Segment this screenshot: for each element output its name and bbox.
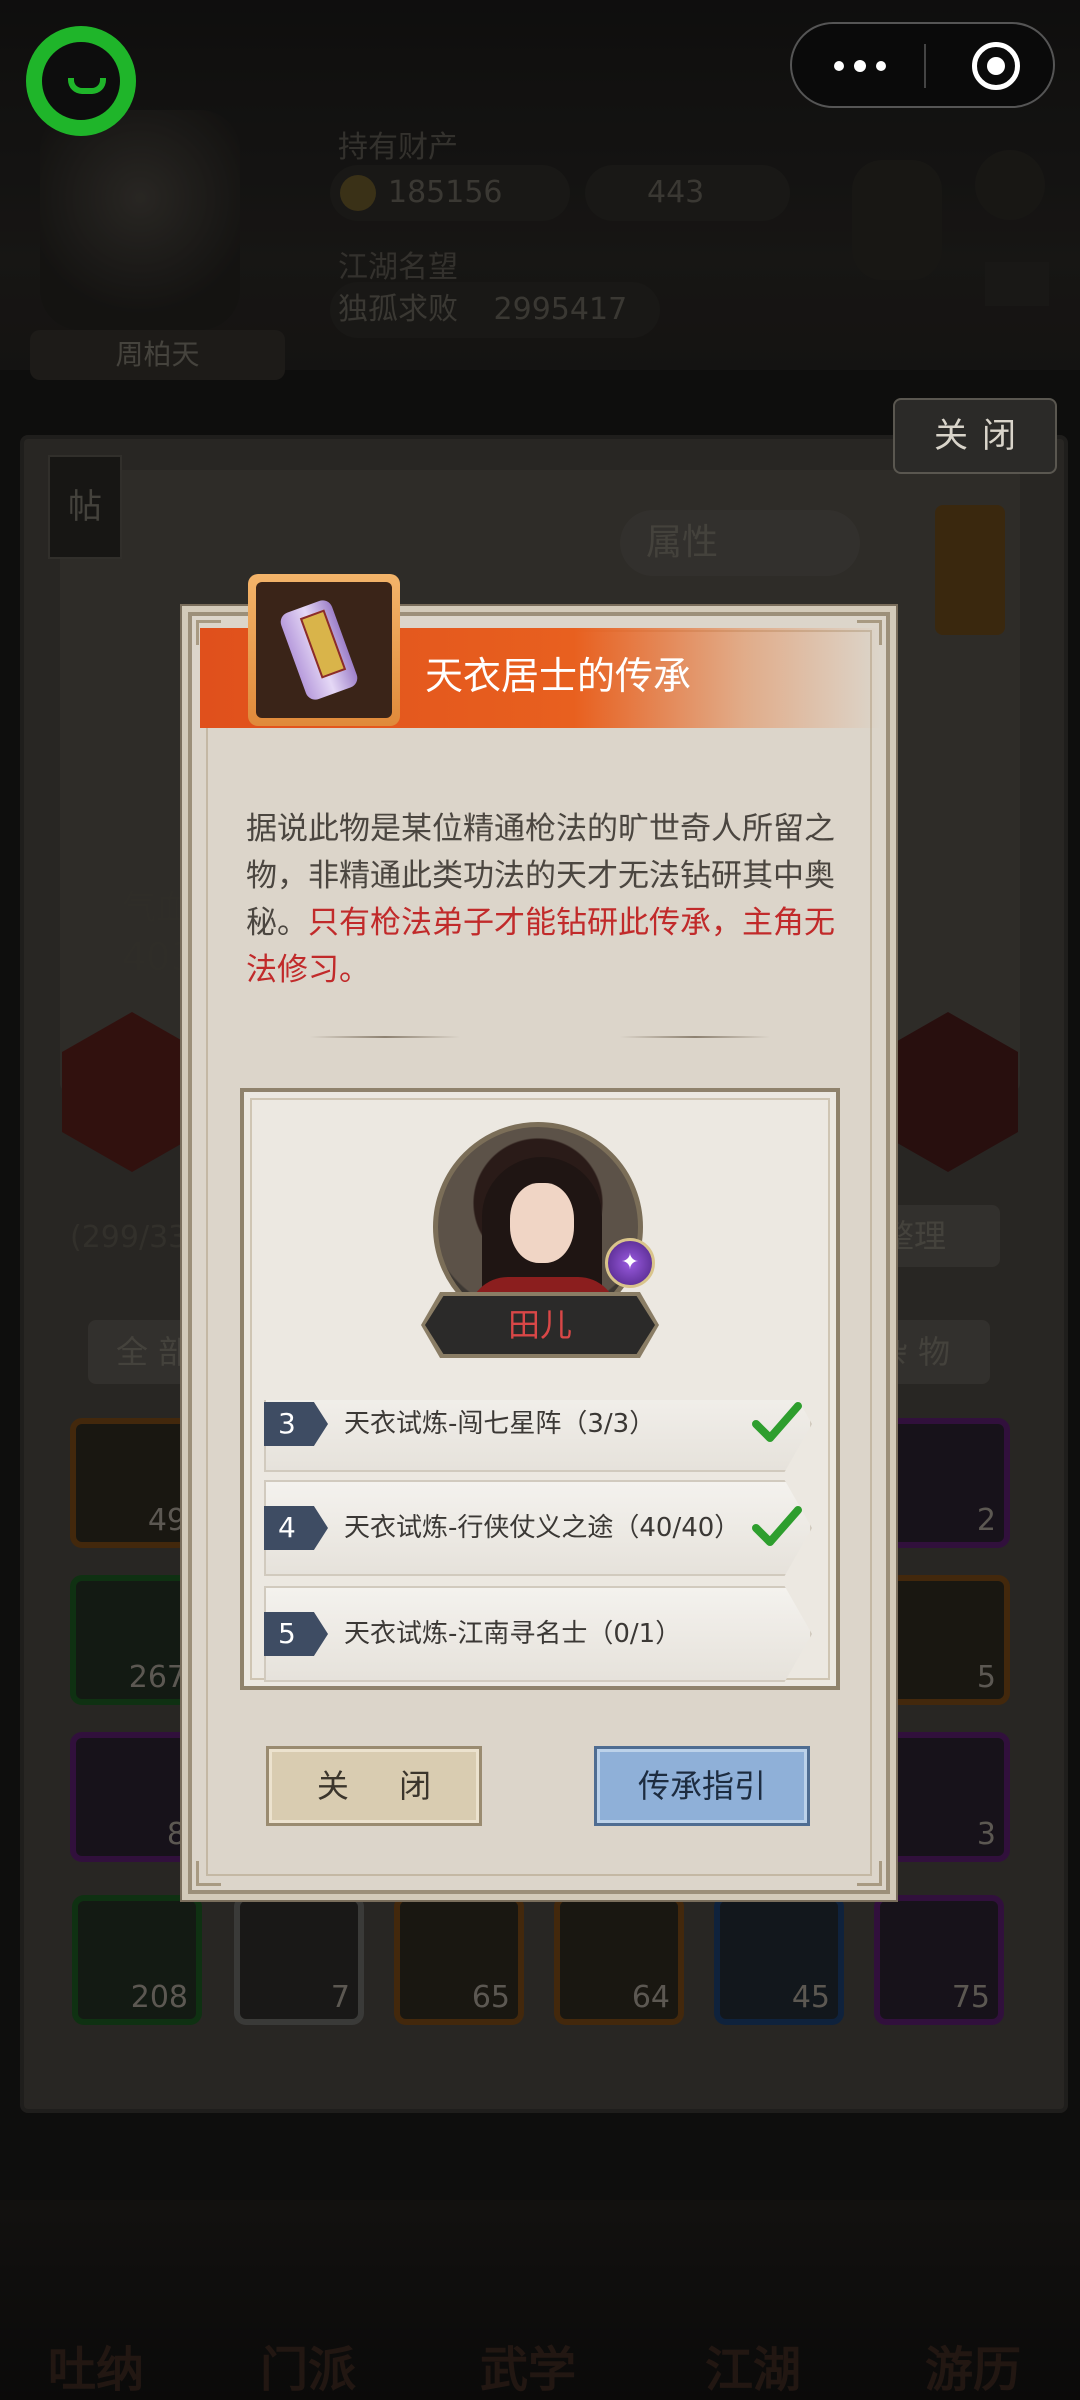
quest-text: 天衣试炼-江南寻名士（0/1） <box>344 1619 682 1649</box>
quest-text: 天衣试炼-行侠仗义之途（40/40） <box>344 1513 741 1543</box>
capsule-divider <box>924 44 926 88</box>
spear-class-icon: ✦ <box>605 1238 655 1288</box>
item-description: 据说此物是某位精通枪法的旷世奇人所留之物，非精通此类功法的天才无法钻研其中奥秘。… <box>246 806 836 994</box>
scroll-item-icon <box>248 574 400 726</box>
panel-close-button[interactable]: 关闭 <box>893 398 1057 474</box>
scroll-icon-bg <box>256 582 392 718</box>
dialog-title: 天衣居士的传承 <box>425 654 692 698</box>
description-warning: 只有枪法弟子才能钻研此传承，主角无法修习。 <box>246 905 835 988</box>
dialog-corner <box>857 1861 882 1886</box>
portrait-face <box>510 1183 574 1263</box>
inheritance-guide-button[interactable]: 传承指引 <box>594 1746 810 1826</box>
app-logo-icon <box>26 26 136 136</box>
more-icon[interactable] <box>834 56 894 76</box>
check-icon <box>752 1506 802 1546</box>
quest-list[interactable]: 3 天衣试炼-闯七星阵（3/3） 4 天衣试炼-行侠仗义之途（40/40） 5 … <box>264 1400 816 1682</box>
divider-right <box>620 1036 770 1038</box>
quest-row: 5 天衣试炼-江南寻名士（0/1） <box>264 1586 816 1682</box>
quest-row: 4 天衣试炼-行侠仗义之途（40/40） <box>264 1480 816 1576</box>
miniapp-capsule <box>790 22 1055 108</box>
dialog-corner <box>196 1861 221 1886</box>
character-name: 田儿 <box>425 1296 655 1354</box>
close-button[interactable]: 关 闭 <box>266 1746 482 1826</box>
check-icon <box>752 1402 802 1442</box>
quest-row: 3 天衣试炼-闯七星阵（3/3） <box>264 1400 816 1472</box>
divider-left <box>310 1036 460 1038</box>
quest-text: 天衣试炼-闯七星阵（3/3） <box>344 1409 656 1439</box>
exit-miniapp-icon[interactable] <box>972 42 1020 90</box>
